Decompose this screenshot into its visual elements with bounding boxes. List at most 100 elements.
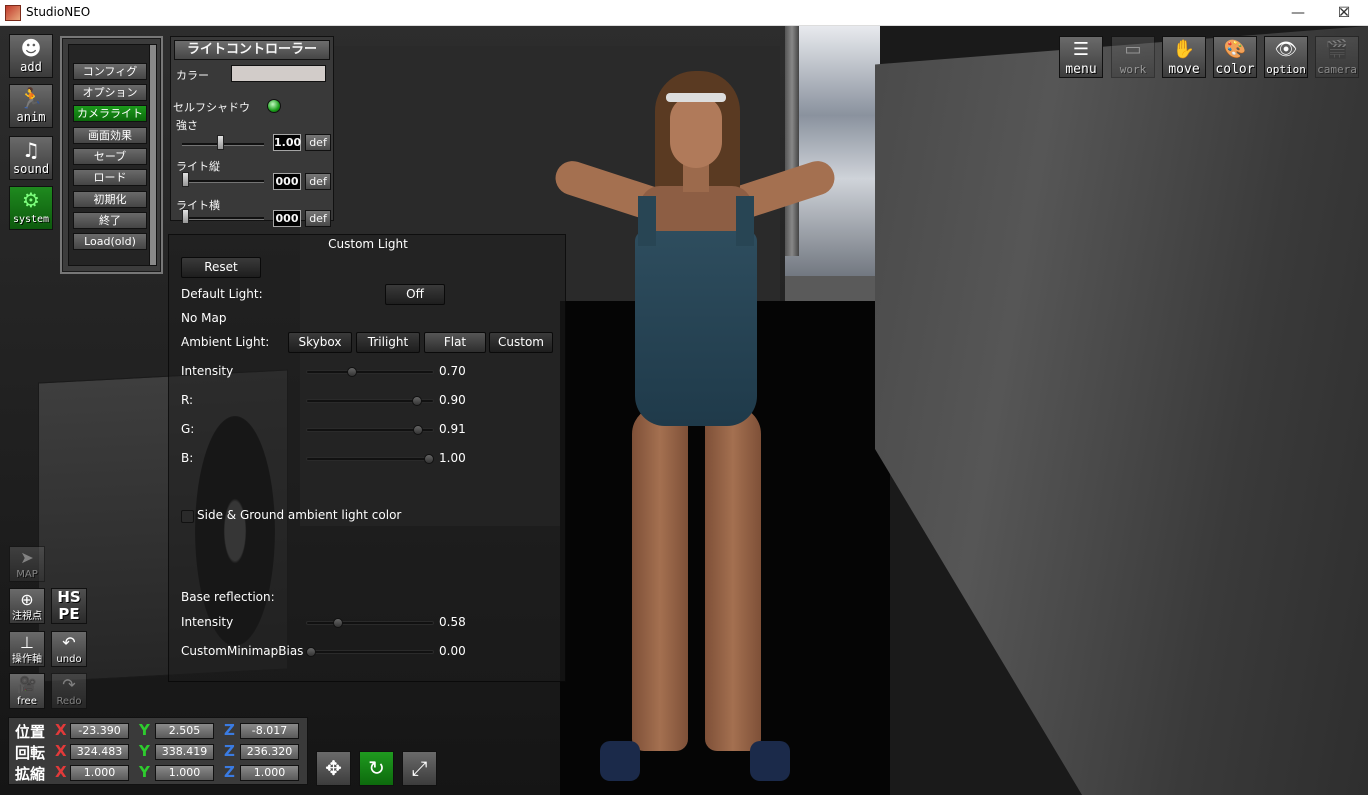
rotation-label: 回転 xyxy=(15,744,46,762)
ambient-skybox-button[interactable]: Skybox xyxy=(288,332,352,353)
intensity-slider[interactable] xyxy=(306,370,434,374)
reflection-intensity-slider[interactable] xyxy=(306,621,434,625)
rotation-y-axis: Y xyxy=(139,742,150,760)
reset-button[interactable]: Reset xyxy=(181,257,261,278)
position-x-field[interactable]: -23.390 xyxy=(70,723,129,739)
menu-item-options[interactable]: オプション xyxy=(73,84,147,101)
sound-button[interactable]: ♫ sound xyxy=(9,136,53,180)
close-button[interactable]: ✕ xyxy=(1321,0,1367,26)
ambient-trilight-button[interactable]: Trilight xyxy=(356,332,420,353)
map-label: MAP xyxy=(16,569,38,580)
character-shoe-right xyxy=(750,741,790,781)
move-tool-button[interactable]: ✥ xyxy=(316,751,351,786)
sound-label: sound xyxy=(12,162,50,176)
system-menu-scrollbar[interactable] xyxy=(149,44,157,266)
minimize-button[interactable]: — xyxy=(1275,0,1321,26)
work-button[interactable]: ▭ work xyxy=(1111,36,1155,78)
position-z-field[interactable]: -8.017 xyxy=(240,723,299,739)
palette-icon: 🎨 xyxy=(1223,39,1247,60)
position-y-field[interactable]: 2.505 xyxy=(155,723,214,739)
menu-item-load[interactable]: ロード xyxy=(73,169,147,186)
b-slider-thumb[interactable] xyxy=(424,454,434,464)
color-button[interactable]: 🎨 color xyxy=(1213,36,1257,78)
menu-item-camera-light[interactable]: カメラライト xyxy=(73,105,147,122)
menu-item-config[interactable]: コンフィグ xyxy=(73,63,147,80)
vertical-light-slider[interactable] xyxy=(182,180,264,183)
strength-value[interactable]: 1.00 xyxy=(273,134,301,151)
rotation-x-axis: X xyxy=(55,742,67,760)
character-model[interactable] xyxy=(540,66,850,795)
redo-button[interactable]: ↷ Redo xyxy=(51,673,87,709)
no-map-label: No Map xyxy=(181,311,227,325)
g-slider-thumb[interactable] xyxy=(413,425,424,435)
option-button[interactable]: 👁 option xyxy=(1264,36,1308,78)
scale-z-field[interactable]: 1.000 xyxy=(240,765,299,781)
reflection-intensity-label: Intensity xyxy=(181,615,234,629)
rotation-x-field[interactable]: 324.483 xyxy=(70,744,129,760)
position-label: 位置 xyxy=(15,723,46,741)
horizontal-def-button[interactable]: def xyxy=(305,210,331,227)
scale-x-field[interactable]: 1.000 xyxy=(70,765,129,781)
horizontal-light-value[interactable]: 000 xyxy=(273,210,301,227)
hspe-label-top: HS xyxy=(57,588,81,606)
hspe-button[interactable]: HS PE xyxy=(51,588,87,624)
undo-button[interactable]: ↶ undo xyxy=(51,631,87,667)
light-controller-panel: ライトコントローラー カラー セルフシャドウ 強さ 1.00 def ライト縦 … xyxy=(170,36,334,227)
intensity-value: 0.70 xyxy=(439,364,466,378)
color-label: color xyxy=(1215,62,1255,77)
add-button[interactable]: ☻ add xyxy=(9,34,53,78)
transform-panel: 位置 X -23.390 Y 2.505 Z -8.017 回転 X 324.4… xyxy=(8,717,308,785)
side-ground-label: Side & Ground ambient light color xyxy=(197,508,402,522)
vertical-light-value[interactable]: 000 xyxy=(273,173,301,190)
ambient-custom-button[interactable]: Custom xyxy=(489,332,553,353)
rotation-z-field[interactable]: 236.320 xyxy=(240,744,299,760)
minimap-bias-slider-thumb[interactable] xyxy=(306,647,316,657)
b-slider[interactable] xyxy=(306,457,434,461)
redo-icon: ↷ xyxy=(62,675,76,694)
move-button[interactable]: ✋ move xyxy=(1162,36,1206,78)
menu-item-load-old[interactable]: Load(old) xyxy=(73,233,147,250)
character-shoe-left xyxy=(600,741,640,781)
character-neck xyxy=(683,164,709,192)
menu-item-initialize[interactable]: 初期化 xyxy=(73,191,147,208)
focus-point-button[interactable]: ⊕ 注視点 xyxy=(9,588,45,624)
camera-button[interactable]: 🎬 camera xyxy=(1315,36,1359,78)
r-slider-thumb[interactable] xyxy=(412,396,423,406)
strength-def-button[interactable]: def xyxy=(305,134,331,151)
minimap-bias-slider[interactable] xyxy=(306,650,434,654)
crosshair-icon: ⊕ xyxy=(20,590,34,609)
menu-button[interactable]: ☰ menu xyxy=(1059,36,1103,78)
system-button[interactable]: ⚙ system xyxy=(9,186,53,230)
reflection-intensity-slider-thumb[interactable] xyxy=(333,618,344,628)
vertical-light-slider-thumb[interactable] xyxy=(182,172,189,187)
default-light-toggle[interactable]: Off xyxy=(385,284,445,305)
menu-item-screen-effects[interactable]: 画面効果 xyxy=(73,127,147,144)
free-camera-button[interactable]: 🎥 free xyxy=(9,673,45,709)
menu-item-save[interactable]: セーブ xyxy=(73,148,147,165)
ambient-flat-button[interactable]: Flat xyxy=(424,332,486,353)
horizontal-light-slider[interactable] xyxy=(182,217,264,220)
axis-button[interactable]: ⊥ 操作軸 xyxy=(9,631,45,667)
intensity-slider-thumb[interactable] xyxy=(347,367,358,377)
camera-label: camera xyxy=(1317,63,1357,76)
map-button[interactable]: ➤ MAP xyxy=(9,546,45,582)
rotate-tool-button[interactable]: ↻ xyxy=(359,751,394,786)
move-label: move xyxy=(1168,62,1200,77)
character-overalls xyxy=(635,231,757,426)
scale-tool-button[interactable]: ⤢ xyxy=(402,751,437,786)
self-shadow-toggle[interactable] xyxy=(267,99,281,113)
position-x-axis: X xyxy=(55,721,67,739)
light-color-swatch[interactable] xyxy=(231,65,326,82)
scale-y-field[interactable]: 1.000 xyxy=(155,765,214,781)
3d-viewport[interactable]: ☻ add 🏃 anim ♫ sound ⚙ system コンフィグ オプショ… xyxy=(0,26,1368,795)
strength-slider-thumb[interactable] xyxy=(217,135,224,150)
position-y-axis: Y xyxy=(139,721,150,739)
rotation-y-field[interactable]: 338.419 xyxy=(155,744,214,760)
horizontal-light-slider-thumb[interactable] xyxy=(182,209,189,224)
vertical-def-button[interactable]: def xyxy=(305,173,331,190)
b-value: 1.00 xyxy=(439,451,466,465)
side-ground-checkbox[interactable] xyxy=(181,510,194,523)
menu-item-exit[interactable]: 終了 xyxy=(73,212,147,229)
ambient-light-label: Ambient Light: xyxy=(181,335,270,349)
anim-button[interactable]: 🏃 anim xyxy=(9,84,53,128)
